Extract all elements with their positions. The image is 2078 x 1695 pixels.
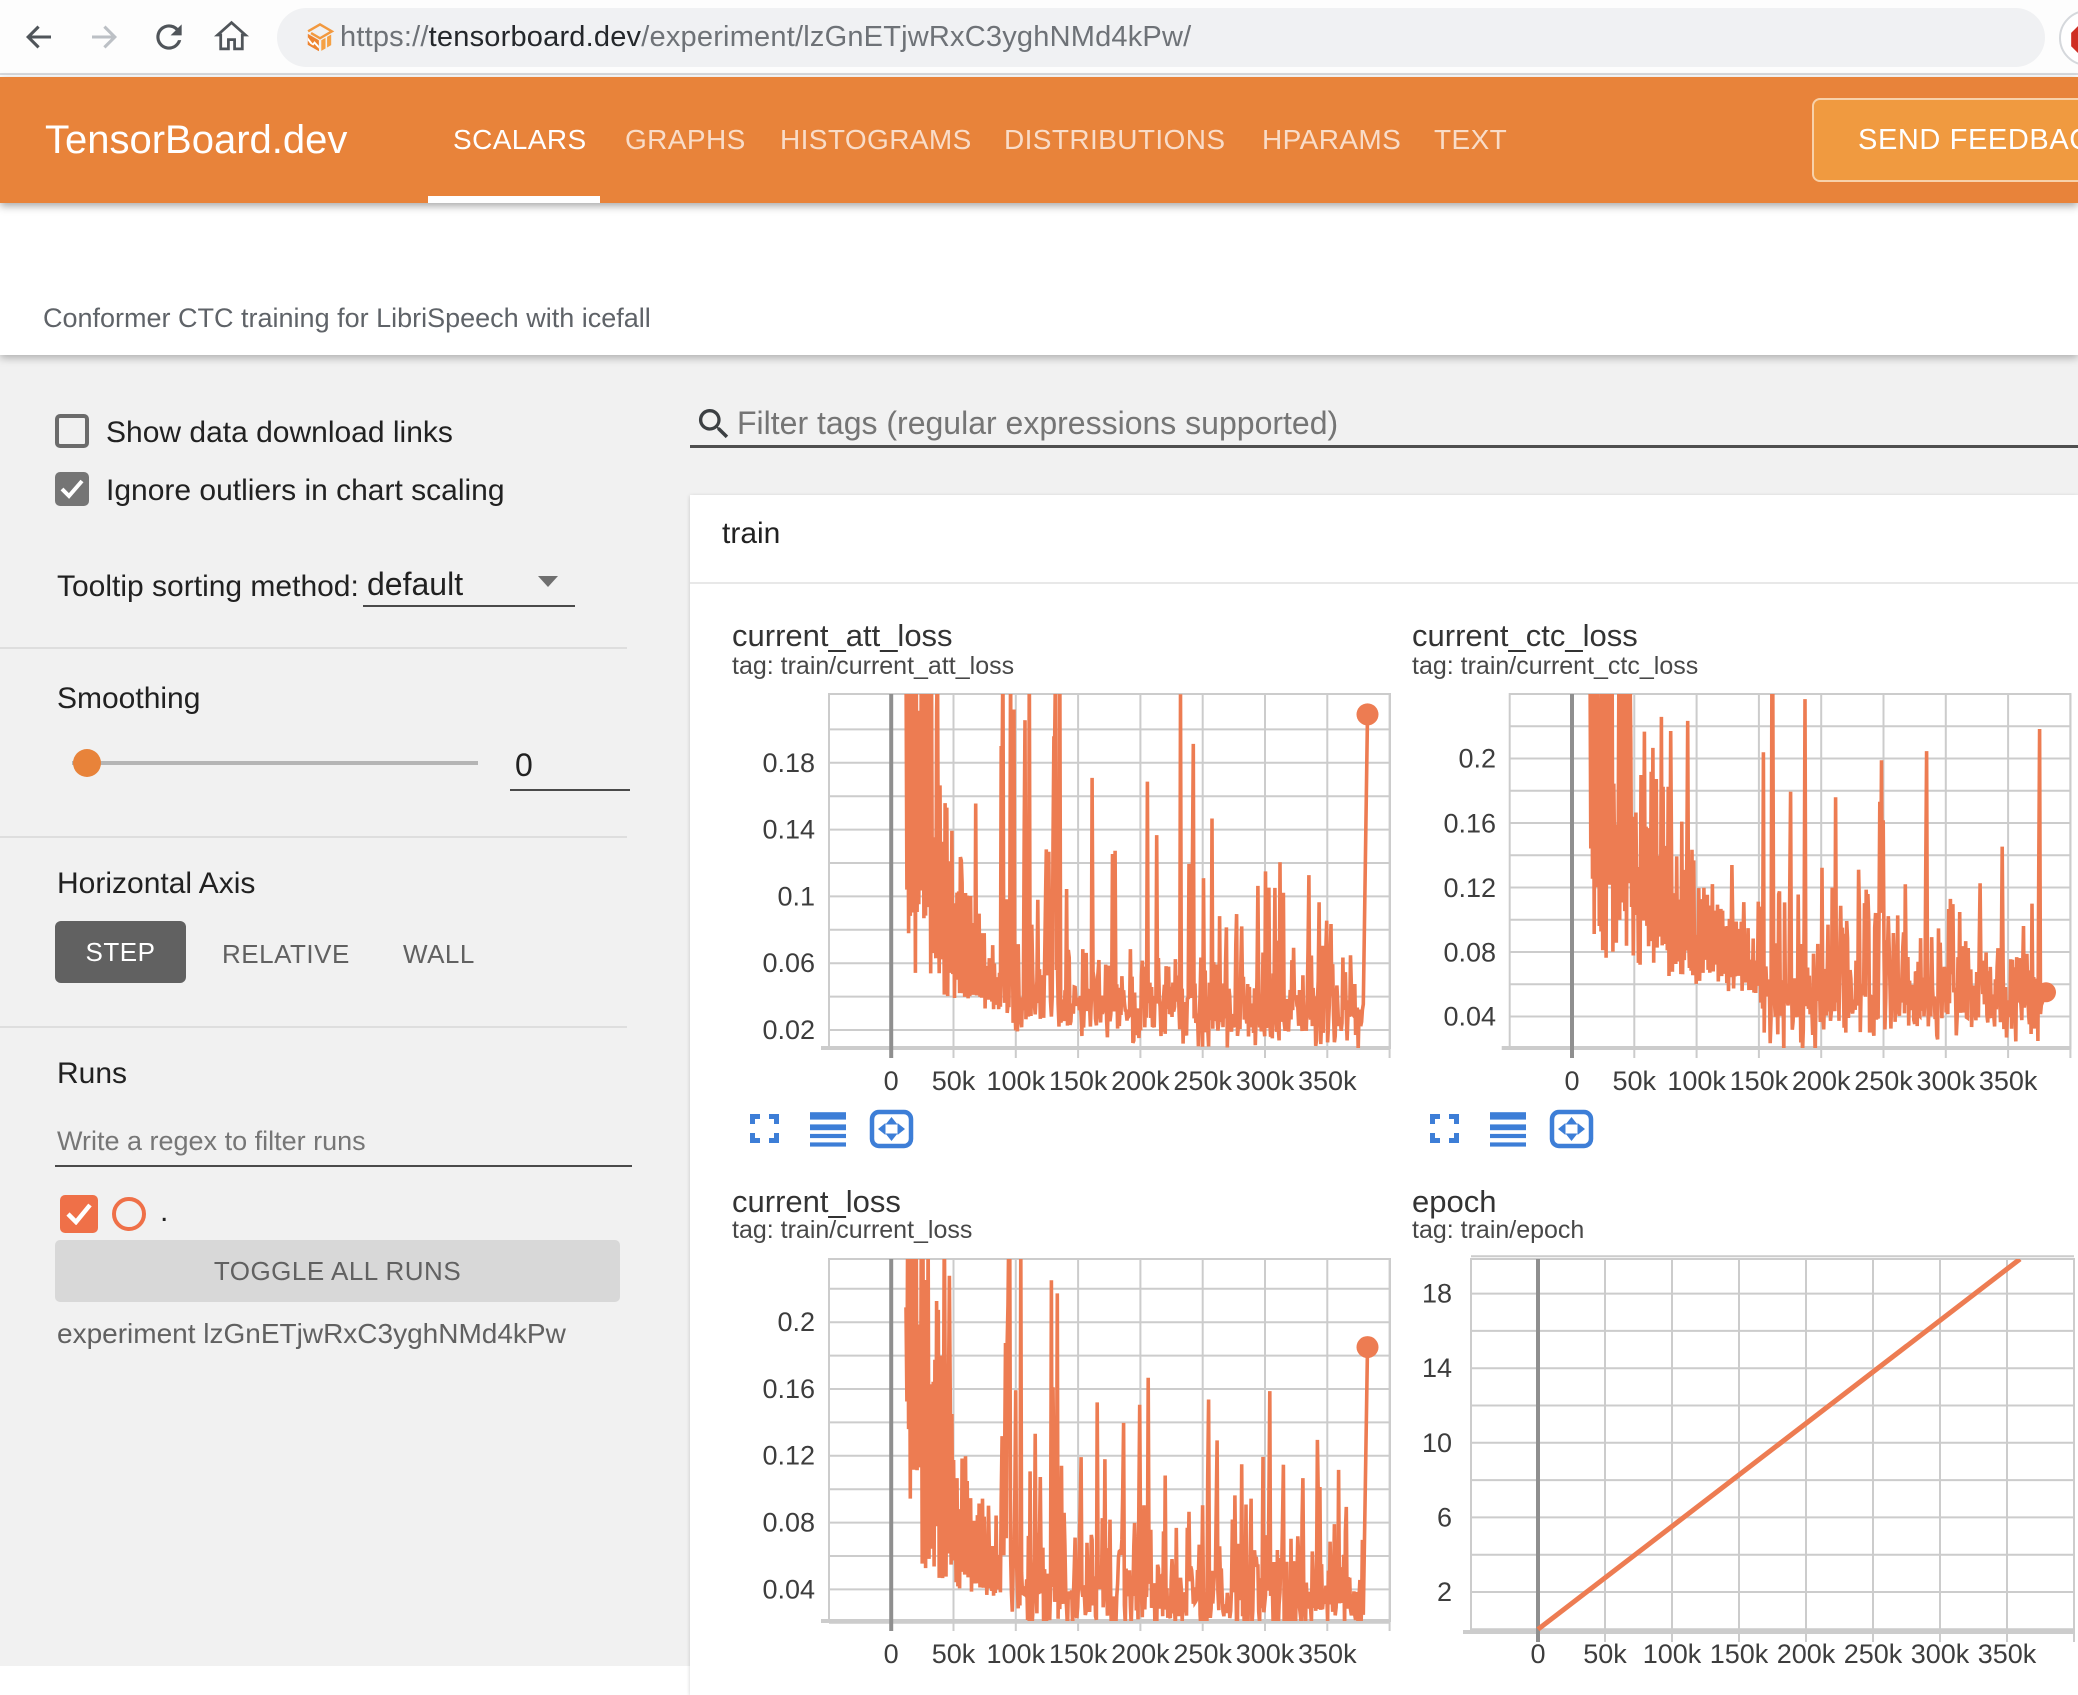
svg-text:300k: 300k	[1917, 1066, 1976, 1096]
svg-text:200k: 200k	[1777, 1639, 1836, 1666]
svg-text:250k: 250k	[1173, 1066, 1232, 1096]
svg-text:200k: 200k	[1111, 1066, 1170, 1096]
svg-text:0.1: 0.1	[777, 881, 815, 911]
svg-text:18: 18	[1422, 1279, 1452, 1309]
svg-text:200k: 200k	[1111, 1639, 1170, 1666]
svg-text:300k: 300k	[1236, 1639, 1295, 1666]
svg-text:50k: 50k	[932, 1066, 976, 1096]
svg-text:10: 10	[1422, 1428, 1452, 1458]
svg-text:50k: 50k	[932, 1639, 976, 1666]
svg-text:2: 2	[1437, 1577, 1452, 1607]
svg-text:100k: 100k	[987, 1066, 1046, 1096]
svg-text:0.2: 0.2	[777, 1307, 815, 1337]
svg-text:100k: 100k	[1643, 1639, 1702, 1666]
svg-text:350k: 350k	[1298, 1639, 1357, 1666]
svg-text:150k: 150k	[1710, 1639, 1769, 1666]
svg-text:0: 0	[1530, 1639, 1545, 1666]
svg-text:300k: 300k	[1236, 1066, 1295, 1096]
svg-text:250k: 250k	[1173, 1639, 1232, 1666]
svg-text:250k: 250k	[1844, 1639, 1903, 1666]
svg-text:0: 0	[1564, 1066, 1579, 1096]
svg-text:250k: 250k	[1854, 1066, 1913, 1096]
svg-text:350k: 350k	[1978, 1639, 2037, 1666]
svg-text:0.12: 0.12	[762, 1441, 815, 1471]
svg-text:0.02: 0.02	[762, 1015, 815, 1045]
svg-text:0.14: 0.14	[762, 815, 815, 845]
svg-text:0: 0	[884, 1066, 899, 1096]
svg-text:350k: 350k	[1298, 1066, 1357, 1096]
svg-text:0.04: 0.04	[762, 1574, 815, 1604]
svg-text:0: 0	[884, 1639, 899, 1666]
svg-text:150k: 150k	[1730, 1066, 1789, 1096]
svg-text:0.16: 0.16	[1443, 808, 1496, 838]
svg-text:0.18: 0.18	[762, 748, 815, 778]
svg-text:6: 6	[1437, 1502, 1452, 1532]
svg-text:0.12: 0.12	[1443, 873, 1496, 903]
svg-text:0.06: 0.06	[762, 948, 815, 978]
svg-text:0.2: 0.2	[1458, 744, 1496, 774]
svg-text:100k: 100k	[1667, 1066, 1726, 1096]
svg-text:150k: 150k	[1049, 1639, 1108, 1666]
svg-text:14: 14	[1422, 1353, 1452, 1383]
svg-text:0.08: 0.08	[1443, 938, 1496, 968]
svg-text:100k: 100k	[987, 1639, 1046, 1666]
svg-text:300k: 300k	[1911, 1639, 1970, 1666]
svg-text:50k: 50k	[1613, 1066, 1657, 1096]
svg-text:200k: 200k	[1792, 1066, 1851, 1096]
svg-text:150k: 150k	[1049, 1066, 1108, 1096]
svg-text:350k: 350k	[1979, 1066, 2038, 1096]
svg-text:0.08: 0.08	[762, 1508, 815, 1538]
svg-text:0.16: 0.16	[762, 1374, 815, 1404]
svg-text:50k: 50k	[1583, 1639, 1627, 1666]
svg-text:0.04: 0.04	[1443, 1002, 1496, 1032]
